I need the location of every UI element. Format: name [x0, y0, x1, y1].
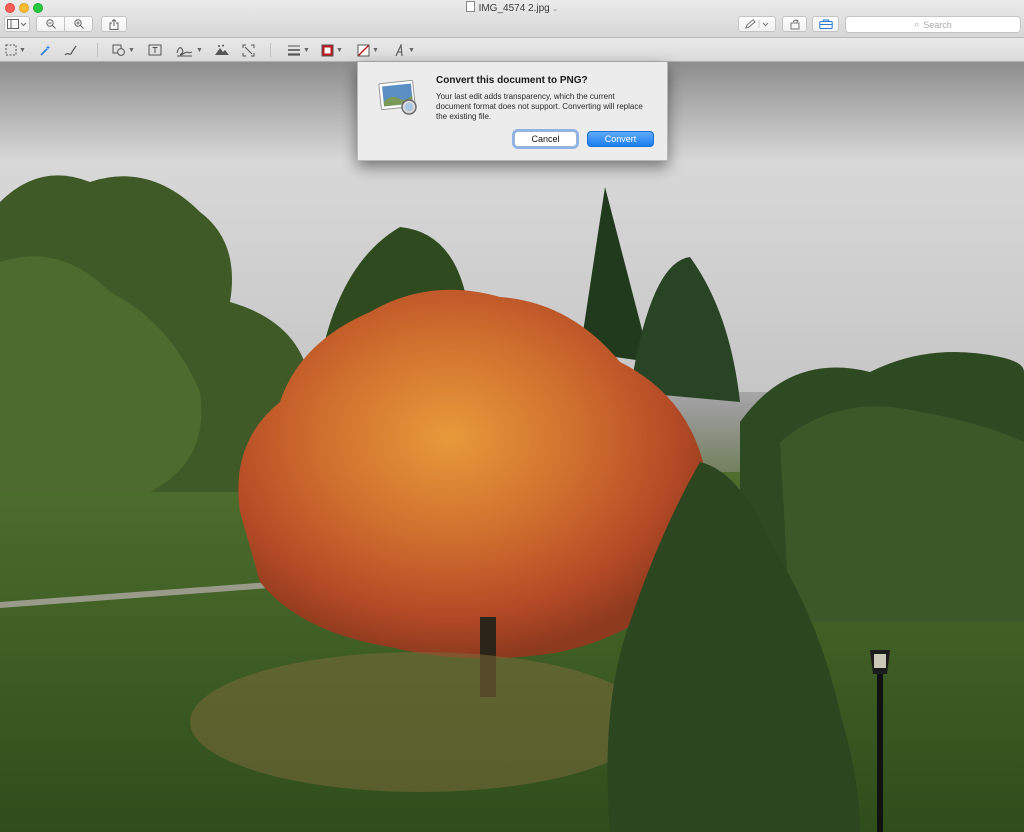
cancel-button[interactable]: Cancel: [514, 131, 577, 147]
search-placeholder: Search: [923, 19, 952, 30]
rotate-button[interactable]: [782, 16, 807, 32]
convert-button[interactable]: Convert: [587, 131, 654, 147]
sign-icon: [176, 46, 193, 56]
toolbox-button[interactable]: [812, 16, 839, 32]
window-title-area[interactable]: IMG_4574 2.jpg ⌄: [0, 1, 1024, 14]
chevron-down-icon: ▼: [372, 46, 379, 54]
instant-alpha-icon: [40, 44, 51, 56]
line-style-tool[interactable]: ▼: [287, 42, 310, 58]
shapes-icon: [112, 44, 125, 56]
sign-tool[interactable]: ▼: [176, 42, 203, 58]
window-title: IMG_4574 2.jpg: [478, 3, 550, 14]
sidebar-icon: [7, 19, 27, 29]
chevron-down-icon: ▼: [408, 46, 415, 54]
search-field[interactable]: ⌕ Search: [845, 16, 1021, 33]
toolbox-icon: [818, 19, 833, 29]
zoom-in-icon: [73, 19, 84, 29]
chevron-down-icon: ▼: [196, 46, 203, 54]
zoom-out-icon: [45, 19, 56, 29]
sidebar-button[interactable]: [4, 16, 30, 32]
toolbar-divider: [270, 43, 271, 57]
sketch-tool[interactable]: [64, 42, 78, 58]
instant-alpha-tool[interactable]: [39, 42, 52, 58]
rotate-icon: [790, 18, 799, 29]
zoom-out-button[interactable]: [36, 16, 65, 32]
chevron-down-icon: ▼: [19, 46, 26, 54]
photo-canvas[interactable]: [0, 62, 1024, 832]
dialog-message: Your last edit adds transparency, which …: [436, 92, 643, 121]
chevron-down-icon: ▼: [303, 46, 310, 54]
border-color-tool[interactable]: ▼: [321, 42, 343, 58]
search-icon: ⌕: [914, 19, 920, 29]
convert-dialog: Convert this document to PNG? Your last …: [357, 62, 668, 161]
text-icon: [148, 44, 162, 56]
window-titlebar: IMG_4574 2.jpg ⌄ ⌕ Search: [0, 0, 1024, 38]
dialog-title: Convert this document to PNG?: [436, 75, 588, 86]
shapes-tool[interactable]: ▼: [112, 42, 135, 58]
line-style-icon: [288, 45, 300, 56]
adjust-size-icon: [242, 44, 255, 56]
share-icon: [109, 18, 119, 30]
fill-color-tool[interactable]: ▼: [357, 42, 379, 58]
text-tool[interactable]: [148, 42, 162, 58]
chevron-down-icon: ▼: [336, 46, 343, 54]
preview-app-icon: [378, 79, 417, 115]
selection-icon: [5, 44, 17, 56]
text-style-icon: [395, 43, 403, 56]
markup-toolbar: ▼ ▼ ▼ ▼ ▼ ▼ ▼: [0, 38, 1024, 62]
text-style-tool[interactable]: ▼: [394, 42, 415, 58]
chevron-down-icon: ▼: [128, 46, 135, 54]
fill-color-icon: [357, 44, 370, 56]
document-icon: [465, 1, 475, 12]
adjust-color-tool[interactable]: [214, 42, 230, 58]
selection-tool[interactable]: ▼: [5, 42, 26, 58]
autumn-park-photo: [0, 62, 1024, 832]
markup-toolbar-button[interactable]: [738, 16, 776, 32]
border-color-icon: [321, 44, 334, 56]
title-chevron-icon: ⌄: [551, 4, 559, 13]
toolbar-divider: [97, 43, 98, 57]
adjust-color-icon: [215, 44, 229, 55]
share-button[interactable]: [101, 16, 127, 32]
pen-icon: [745, 19, 769, 29]
zoom-in-button[interactable]: [64, 16, 93, 32]
sketch-icon: [64, 45, 77, 55]
adjust-size-tool[interactable]: [242, 42, 255, 58]
